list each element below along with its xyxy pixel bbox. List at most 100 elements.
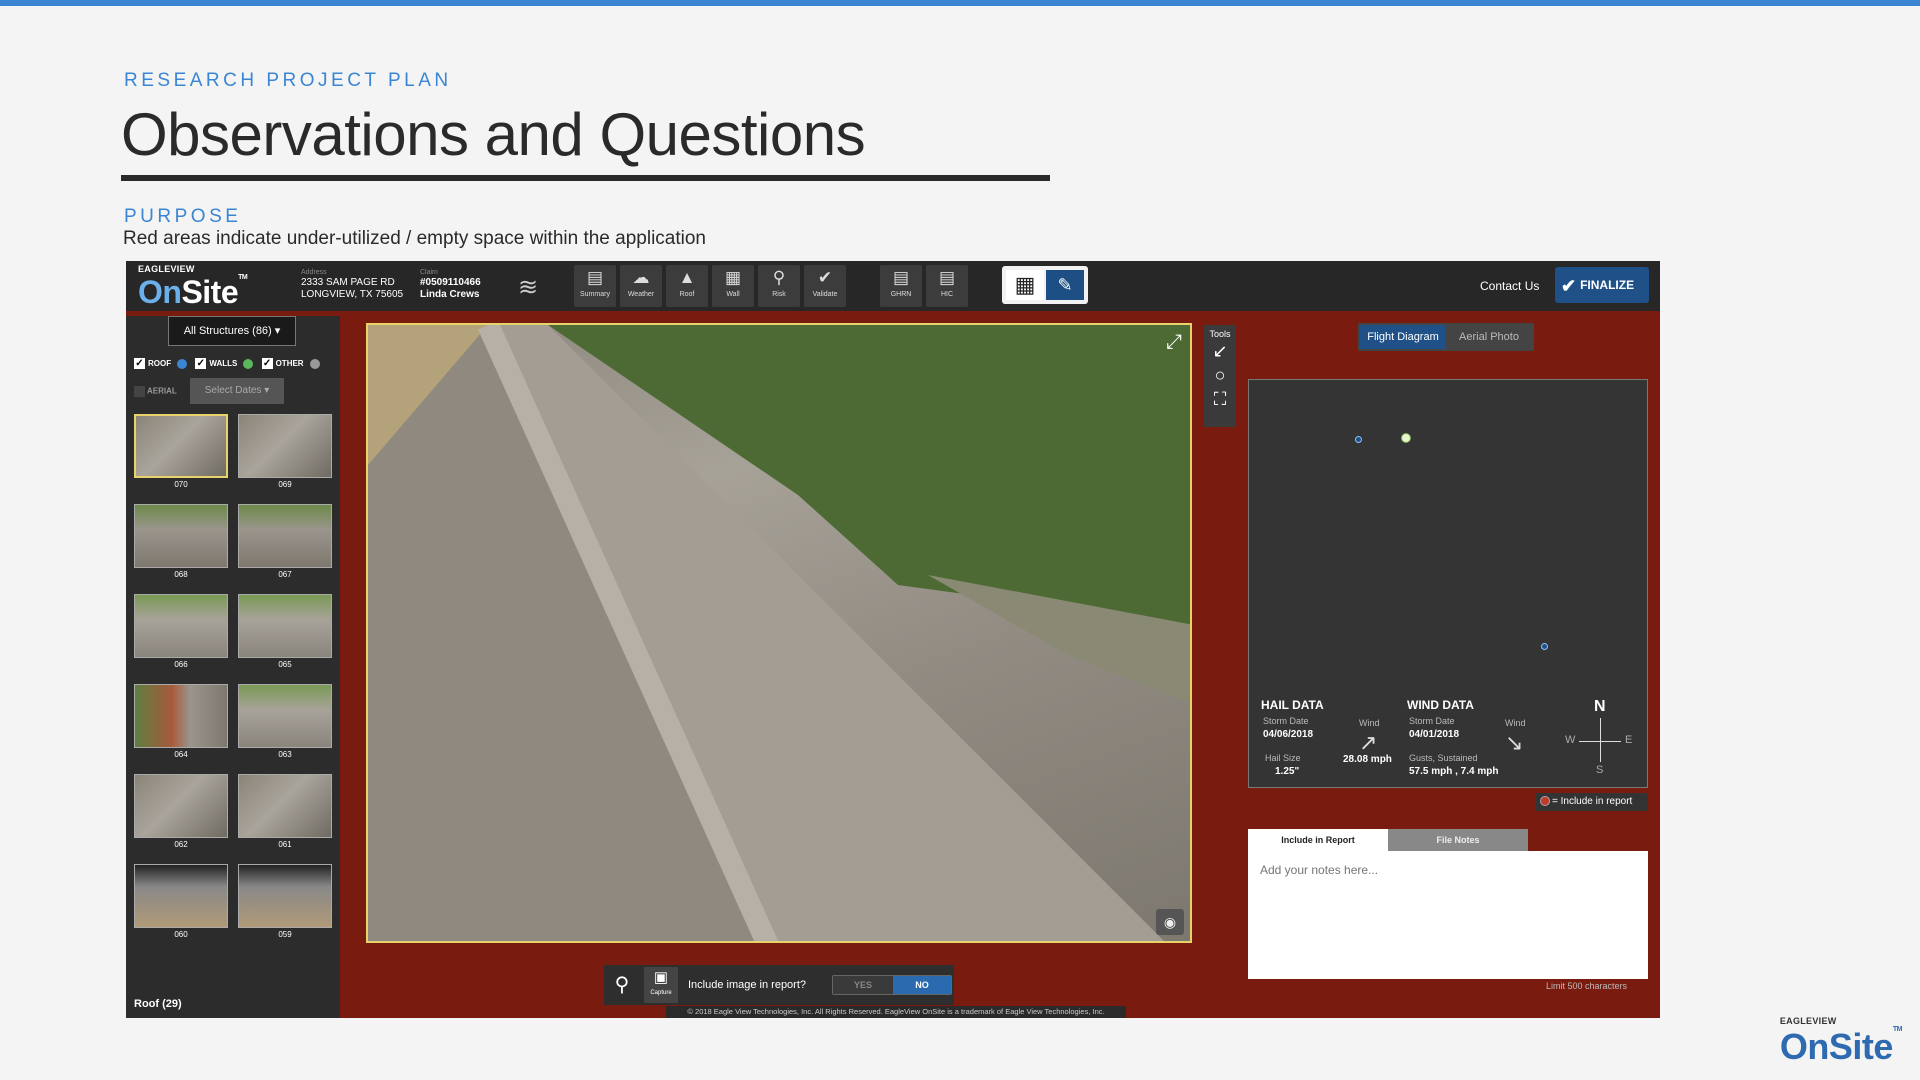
top-accent-bar <box>0 0 1920 6</box>
photo-thumbnail[interactable] <box>238 684 332 748</box>
zoom-in-icon[interactable]: ⚲ <box>606 969 638 1001</box>
check-icon: ✔ <box>1561 275 1577 296</box>
include-image-question: Include image in report? <box>688 979 807 991</box>
compass-icon: N W E S <box>1565 698 1633 776</box>
validate-icon: ✔ <box>817 268 833 287</box>
title-underline <box>121 175 1050 181</box>
filter-other[interactable]: ✓ OTHER <box>261 358 323 369</box>
photo-thumbnail[interactable] <box>134 414 228 478</box>
thumbnail-label: 063 <box>278 750 292 759</box>
thumbnail-label: 061 <box>278 840 292 849</box>
roof-section-header: Roof (29) <box>134 998 182 1010</box>
onsite-corner-logo: EAGLEVIEW OnSiteTM <box>1779 1016 1903 1067</box>
include-legend: = Include in report <box>1536 793 1648 811</box>
structures-dropdown[interactable]: All Structures (86) ▾ <box>168 316 296 346</box>
main-photo-viewer[interactable]: ⤢ ◉ <box>366 323 1192 943</box>
pencil-icon[interactable]: ✎ <box>1046 270 1084 300</box>
flight-point[interactable] <box>1401 433 1411 443</box>
notes-box <box>1248 851 1648 979</box>
slide-title: Observations and Questions <box>121 101 866 168</box>
arrow-tool-icon[interactable]: ↙ <box>1204 339 1236 363</box>
drone-icon[interactable]: ≋ <box>518 273 538 302</box>
thumbnail-label: 059 <box>278 930 292 939</box>
flight-point[interactable] <box>1541 643 1548 650</box>
grid-view-icon[interactable]: ▦ <box>1006 270 1044 300</box>
circle-tool-icon[interactable]: ○ <box>1204 363 1236 387</box>
photo-thumbnail[interactable] <box>238 504 332 568</box>
thumbnail-label: 066 <box>174 660 188 669</box>
camera-icon: ▣ <box>653 969 669 986</box>
purpose-text: Red areas indicate under-utilized / empt… <box>123 228 706 249</box>
contact-us-link[interactable]: Contact Us <box>1480 279 1539 293</box>
clipboard-icon: ▤ <box>892 268 910 287</box>
include-toggle: YES NO <box>832 975 952 995</box>
view-toggle: ▦ ✎ <box>1002 266 1088 304</box>
photo-thumbnail[interactable] <box>134 684 228 748</box>
onsite-logo[interactable]: EAGLEVIEW OnSiteTM <box>138 264 248 311</box>
risk-icon: ⚲ <box>772 268 786 287</box>
photo-thumbnail[interactable] <box>134 504 228 568</box>
no-option[interactable]: NO <box>893 976 951 994</box>
tab-aerial-photo[interactable]: Aerial Photo <box>1446 325 1532 349</box>
claim-block: Claim #0509110466 Linda Crews <box>420 269 481 300</box>
expand-icon[interactable]: ⤢ <box>1166 331 1182 354</box>
filter-aerial[interactable]: AERIAL <box>134 386 177 397</box>
thumbnail-label: 062 <box>174 840 188 849</box>
photo-thumbnail[interactable] <box>238 864 332 928</box>
photo-thumbnail[interactable] <box>238 414 332 478</box>
finalize-button[interactable]: ✔ FINALIZE <box>1555 267 1649 303</box>
address-block: Address 2333 SAM PAGE RD LONGVIEW, TX 75… <box>301 269 404 300</box>
red-dot-icon <box>1540 796 1550 807</box>
wind-direction-icon: ↘ <box>1505 730 1524 755</box>
wall-button[interactable]: ▦ Wall <box>712 265 754 307</box>
roof-button[interactable]: ▲ Roof <box>666 265 708 307</box>
weather-button[interactable]: ☁ Weather <box>620 265 662 307</box>
photo-thumbnail[interactable] <box>134 774 228 838</box>
wall-icon: ▦ <box>724 268 742 287</box>
app-header: EAGLEVIEW OnSiteTM Address 2333 SAM PAGE… <box>126 261 1660 311</box>
capture-button[interactable]: ▣ Capture <box>644 967 678 1003</box>
roof-photo <box>368 325 1190 941</box>
right-view-tabs: Flight Diagram Aerial Photo <box>1358 323 1534 351</box>
photo-thumbnail[interactable] <box>238 774 332 838</box>
hic-button[interactable]: ▤ HIC <box>926 265 968 307</box>
yes-option[interactable]: YES <box>833 976 893 994</box>
roof-icon: ▲ <box>678 268 696 287</box>
tools-palette: Tools ↙ ○ ⛶ <box>1204 325 1236 427</box>
thumbnail-label: 070 <box>174 480 188 489</box>
tab-include-in-report[interactable]: Include in Report <box>1248 829 1388 851</box>
crop-tool-icon[interactable]: ⛶ <box>1204 387 1236 411</box>
select-dates-dropdown[interactable]: Select Dates ▾ <box>190 378 284 404</box>
photo-thumbnail[interactable] <box>134 864 228 928</box>
photo-thumbnail[interactable] <box>238 594 332 658</box>
tab-flight-diagram[interactable]: Flight Diagram <box>1360 325 1446 349</box>
notes-input[interactable] <box>1248 851 1648 979</box>
image-action-bar: ⚲ ▣ Capture Include image in report? YES … <box>604 965 954 1005</box>
photo-thumbnail[interactable] <box>134 594 228 658</box>
flight-diagram: HAIL DATA Storm Date 04/06/2018 Wind ↗ H… <box>1248 379 1648 788</box>
left-panel: All Structures (86) ▾ ✓ ROOF ✓ WALLS ✓ OTHE… <box>126 316 340 1018</box>
character-limit: Limit 500 characters <box>1546 981 1628 991</box>
tab-file-notes[interactable]: File Notes <box>1388 829 1528 851</box>
copyright: © 2018 Eagle View Technologies, Inc. All… <box>666 1006 1126 1018</box>
purpose-label: PURPOSE <box>124 206 242 227</box>
thumbnail-label: 069 <box>278 480 292 489</box>
filter-walls[interactable]: ✓ WALLS <box>195 358 256 369</box>
thumbnail-label: 065 <box>278 660 292 669</box>
slide-kicker: RESEARCH PROJECT PLAN <box>124 70 452 91</box>
filter-roof[interactable]: ✓ ROOF <box>134 358 190 369</box>
app-screenshot: EAGLEVIEW OnSiteTM Address 2333 SAM PAGE… <box>126 261 1660 1018</box>
validate-button[interactable]: ✔ Validate <box>804 265 846 307</box>
ghrn-button[interactable]: ▤ GHRN <box>880 265 922 307</box>
weather-icon: ☁ <box>632 268 650 287</box>
eagleview-wordmark: EAGLEVIEW <box>138 264 195 274</box>
thumbnail-label: 060 <box>174 930 188 939</box>
summary-button[interactable]: ▤ Summary <box>574 265 616 307</box>
eye-icon[interactable]: ◉ <box>1156 909 1184 935</box>
flight-point[interactable] <box>1355 436 1362 443</box>
wind-direction-icon: ↗ <box>1359 730 1378 755</box>
clipboard-icon: ▤ <box>938 268 956 287</box>
risk-button[interactable]: ⚲ Risk <box>758 265 800 307</box>
thumbnail-label: 064 <box>174 750 188 759</box>
thumbnail-label: 067 <box>278 570 292 579</box>
